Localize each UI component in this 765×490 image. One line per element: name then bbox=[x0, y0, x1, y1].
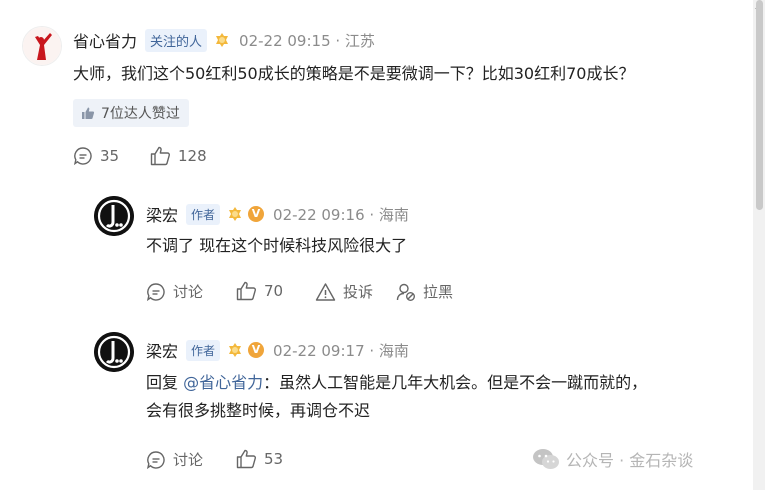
comment-text: 大师，我们这个50红利50成长的策略是不是要微调一下？比如30红利70成长？ bbox=[73, 64, 635, 83]
scrollbar-thumb[interactable] bbox=[756, 0, 763, 210]
comment-count: 35 bbox=[100, 147, 120, 165]
author-tag: 作者 bbox=[186, 203, 221, 225]
block-user-icon bbox=[396, 283, 415, 301]
like-count: 70 bbox=[264, 282, 284, 300]
timestamp-location: 02-22 09:15 · 江苏 bbox=[239, 31, 375, 50]
username[interactable]: 梁宏 bbox=[146, 202, 178, 226]
liked-by-text: 7位达人赞过 bbox=[101, 106, 180, 122]
reply-header: 梁宏 作者 V 02-22 09:16 · 海南 bbox=[146, 202, 409, 226]
report-button[interactable]: 投诉 bbox=[315, 281, 373, 302]
like-button[interactable]: 53 bbox=[236, 449, 283, 469]
report-label: 投诉 bbox=[343, 283, 374, 301]
avatar-image bbox=[94, 332, 134, 372]
avatar-image bbox=[94, 196, 134, 236]
reply-text: 不调了 现在这个时候科技风险很大了 bbox=[146, 236, 408, 255]
avatar[interactable] bbox=[94, 332, 134, 372]
watermark: 公众号 · 金石杂谈 bbox=[532, 447, 693, 471]
reply-header: 梁宏 作者 V 02-22 09:17 · 海南 bbox=[146, 338, 409, 362]
like-button[interactable]: 70 bbox=[236, 281, 283, 301]
reply-text-line-2: 会有很多挑整时候，再调仓不迟 bbox=[146, 401, 371, 420]
comment-header: 省心省力 关注的人 02-22 09:15 · 江苏 bbox=[73, 28, 375, 52]
warning-icon bbox=[315, 282, 336, 301]
discuss-label: 讨论 bbox=[173, 283, 204, 301]
block-button[interactable]: 拉黑 bbox=[396, 281, 453, 302]
medal-icon bbox=[216, 33, 229, 47]
block-label: 拉黑 bbox=[423, 283, 454, 301]
verified-badge-icon: V bbox=[248, 206, 265, 222]
wechat-icon bbox=[533, 449, 559, 469]
like-icon bbox=[150, 146, 170, 166]
vertical-scrollbar[interactable] bbox=[753, 0, 765, 490]
comment-icon bbox=[146, 282, 165, 301]
like-button[interactable]: 128 bbox=[150, 146, 207, 166]
reply-body-1: ：虽然人工智能是几年大机会。但是不会一蹴而就的， bbox=[263, 373, 648, 392]
medal-icon bbox=[229, 343, 242, 357]
thumbs-up-icon bbox=[82, 107, 95, 119]
reply-text-line-1: 回复 @省心省力：虽然人工智能是几年大机会。但是不会一蹴而就的， bbox=[146, 369, 647, 397]
avatar[interactable] bbox=[22, 26, 62, 66]
username[interactable]: 省心省力 bbox=[73, 28, 137, 52]
comment-icon bbox=[146, 450, 165, 469]
like-count: 53 bbox=[264, 450, 284, 468]
verified-badge-icon: V bbox=[248, 342, 265, 358]
username[interactable]: 梁宏 bbox=[146, 338, 178, 362]
avatar-image bbox=[23, 27, 61, 65]
reply-prefix: 回复 bbox=[146, 373, 184, 392]
discuss-label: 讨论 bbox=[173, 451, 204, 469]
follow-tag: 关注的人 bbox=[145, 28, 208, 52]
liked-by-badge[interactable]: 7位达人赞过 bbox=[73, 99, 189, 127]
discuss-button[interactable]: 讨论 bbox=[146, 449, 203, 470]
avatar[interactable] bbox=[94, 196, 134, 236]
comment-icon bbox=[73, 147, 92, 166]
like-icon bbox=[236, 449, 256, 469]
timestamp-location: 02-22 09:17 · 海南 bbox=[273, 341, 409, 360]
author-tag: 作者 bbox=[186, 339, 221, 361]
timestamp-location: 02-22 09:16 · 海南 bbox=[273, 205, 409, 224]
discuss-button[interactable]: 讨论 bbox=[146, 281, 203, 302]
comment-count-button[interactable]: 35 bbox=[73, 146, 119, 166]
like-count: 128 bbox=[178, 147, 207, 165]
like-icon bbox=[236, 281, 256, 301]
mention-link[interactable]: @省心省力 bbox=[183, 373, 263, 392]
reply-text: 回复 @省心省力：虽然人工智能是几年大机会。但是不会一蹴而就的， 会有很多挑整时… bbox=[146, 369, 647, 425]
medal-icon bbox=[229, 207, 242, 221]
watermark-text: 公众号 · 金石杂谈 bbox=[566, 451, 694, 470]
